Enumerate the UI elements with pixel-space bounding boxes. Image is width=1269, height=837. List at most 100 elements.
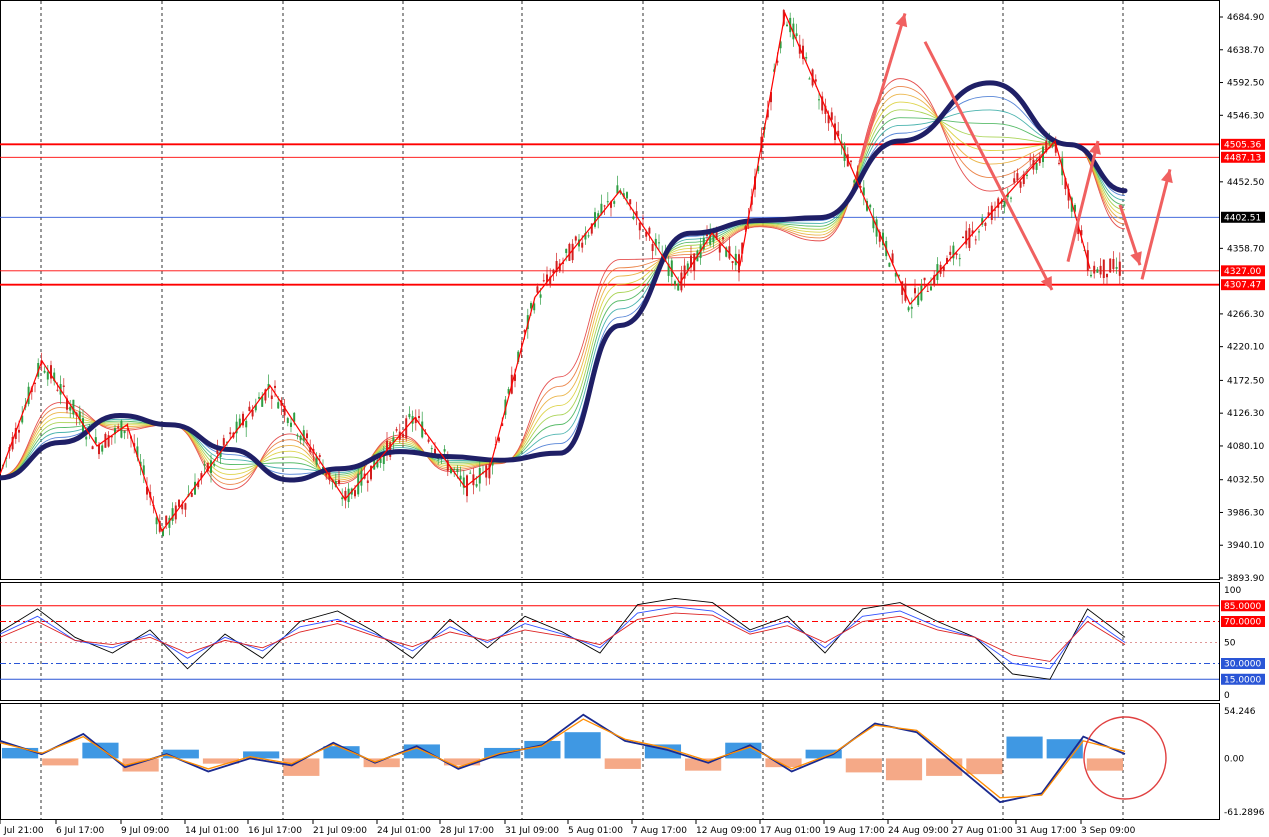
candle-body — [805, 57, 808, 59]
time-label: 7 Aug 17:00 — [632, 826, 687, 836]
candle-body — [910, 306, 913, 309]
candle-body — [1090, 274, 1092, 277]
candle-body — [1106, 273, 1108, 278]
candle-body — [795, 33, 798, 36]
candle-body — [190, 493, 193, 497]
candle-body — [43, 370, 46, 373]
candle-body — [459, 475, 462, 480]
time-label: 31 Jul 09:00 — [505, 826, 559, 836]
candle-body — [325, 472, 328, 476]
candle-body — [245, 420, 248, 428]
candle-body — [456, 468, 459, 473]
candle-body — [306, 433, 308, 439]
candle-body — [648, 227, 651, 234]
price-tick-label: 3893.90 — [1227, 574, 1264, 584]
candle-body — [338, 480, 340, 484]
hist-bar — [885, 758, 923, 781]
candle-body — [984, 222, 987, 226]
time-label: 21 Jul 09:00 — [313, 826, 367, 836]
candle-body — [1099, 265, 1102, 275]
candle-body — [613, 201, 616, 204]
level-tag-label: 4327.00 — [1224, 267, 1261, 277]
candle-body — [674, 281, 676, 285]
candle-body — [830, 112, 833, 120]
candle-body — [469, 472, 472, 474]
candle-body — [341, 497, 344, 500]
candle-body — [786, 24, 788, 27]
candle-body — [926, 290, 929, 292]
candle-body — [277, 402, 280, 409]
candle-body — [853, 180, 856, 183]
time-label: 9 Jul 09:00 — [121, 826, 170, 836]
level-tag-label: 4505.36 — [1224, 140, 1261, 150]
hist-bar — [524, 740, 561, 759]
time-label: 14 Jul 01:00 — [185, 826, 239, 836]
candle-body — [1013, 178, 1016, 183]
candle-body — [290, 422, 292, 427]
candle-body — [354, 490, 356, 497]
candle-body — [603, 205, 606, 207]
osc-level-label: 70.0000 — [1224, 618, 1261, 628]
candle-body — [722, 237, 724, 240]
candle-body — [258, 397, 260, 399]
time-label: 28 Jul 17:00 — [440, 826, 494, 836]
price-tick-label: 4266.30 — [1227, 310, 1264, 320]
candle-body — [542, 280, 545, 282]
candle-body — [651, 244, 654, 252]
candle-body — [418, 416, 420, 418]
osc-tick-label: 50 — [1224, 639, 1236, 649]
time-axis: Jul 21:00 6 Jul 17:00 9 Jul 09:00 14 Jul 01… — [0, 820, 1136, 836]
candle-body — [581, 242, 584, 248]
price-tick-label: 4358.70 — [1227, 244, 1264, 254]
candle-body — [366, 480, 369, 484]
oscillator-panel[interactable] — [0, 582, 1220, 701]
candle-body — [978, 231, 980, 233]
histogram-axis: 54.246 0.00 -61.2896 — [1224, 707, 1265, 818]
candle-body — [62, 385, 65, 387]
candle-body — [46, 371, 49, 380]
price-tick-label: 4172.50 — [1227, 376, 1264, 386]
candle-body — [818, 99, 820, 101]
candle-body — [856, 171, 859, 179]
candle-body — [850, 160, 852, 162]
candle-body — [18, 429, 20, 433]
price-panel[interactable] — [0, 0, 1220, 580]
candle-body — [443, 449, 446, 452]
candle-body — [98, 444, 100, 455]
candle-body — [395, 429, 398, 431]
histogram-panel[interactable] — [0, 703, 1220, 820]
hist-tick-label: -61.2896 — [1224, 808, 1265, 818]
trading-chart[interactable]: 4684.90 4638.70 4592.50 4546.30 4452.50 4358.… — [0, 0, 1269, 837]
hist-tick-label: 54.246 — [1224, 707, 1256, 717]
candle-body — [91, 446, 94, 450]
hist-bar — [82, 742, 119, 759]
candle-body — [318, 455, 321, 457]
candle-body — [638, 222, 641, 231]
candle-body — [718, 243, 721, 253]
hist-tick-label: 0.00 — [1224, 754, 1244, 764]
candle-body — [731, 261, 734, 263]
candle-body — [642, 218, 644, 220]
hist-bar — [1086, 758, 1123, 771]
level-tag-label: 4487.13 — [1224, 153, 1261, 163]
candle-body — [565, 248, 568, 254]
candle-body — [914, 288, 916, 294]
candle-body — [930, 286, 932, 291]
candle-body — [274, 385, 276, 388]
hist-bar — [845, 758, 882, 773]
time-label: 17 Aug 01:00 — [760, 826, 821, 836]
candle-body — [574, 236, 577, 241]
candle-body — [888, 262, 891, 267]
candle-body — [1093, 265, 1096, 274]
candle-body — [101, 445, 104, 452]
osc-tick-label: 0 — [1224, 691, 1230, 701]
price-axis: 4684.90 4638.70 4592.50 4546.30 4452.50 4358.… — [1219, 13, 1265, 584]
candle-body — [629, 199, 632, 205]
candle-body — [270, 395, 273, 400]
candle-body — [632, 216, 635, 219]
price-tick-label: 3986.30 — [1227, 508, 1264, 518]
time-label: 31 Aug 17:00 — [1016, 826, 1077, 836]
time-label: 24 Aug 09:00 — [888, 826, 949, 836]
candle-body — [69, 406, 72, 411]
price-tick-label: 4126.30 — [1227, 409, 1264, 419]
